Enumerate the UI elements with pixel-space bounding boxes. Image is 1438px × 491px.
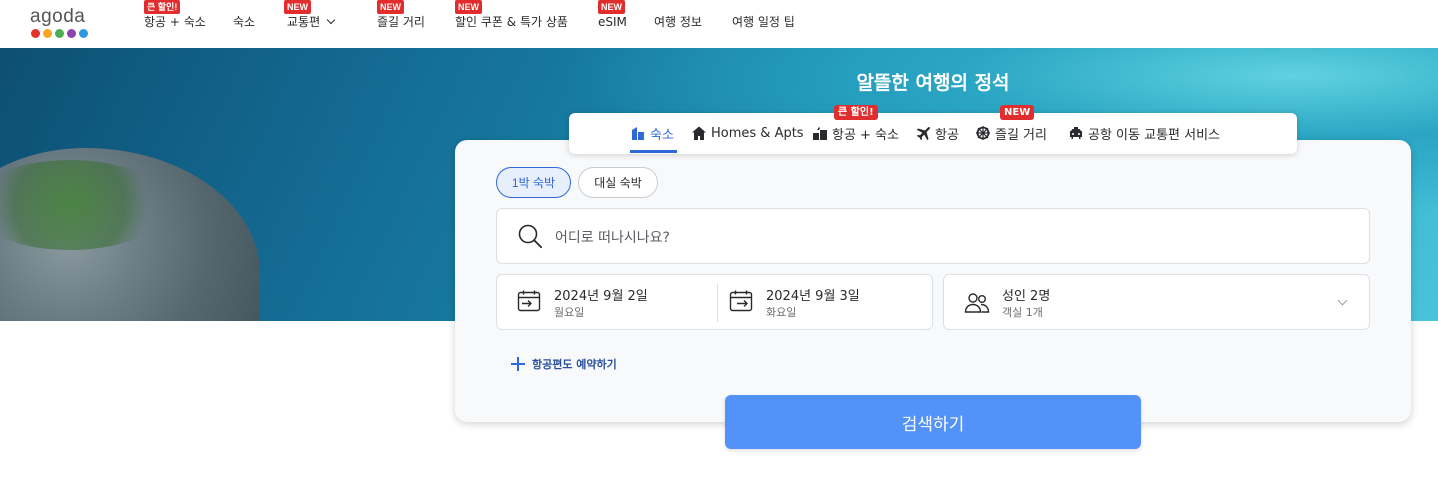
hero-title: 알뜰한 여행의 정석 <box>856 72 1010 94</box>
chevron-down-icon <box>1337 295 1348 306</box>
nav-badge-flight-hotel: 큰 할인! <box>144 0 181 14</box>
tab-homes-apts-label: Homes & Apts <box>711 125 804 141</box>
logo-dots <box>31 29 88 38</box>
nav-badge-transport: NEW <box>284 0 311 14</box>
nav-item-travel-info[interactable]: 여행 정보 <box>654 14 702 30</box>
plus-icon <box>511 357 525 371</box>
tab-flight-hotel[interactable]: 항공 + 숙소 <box>812 123 899 143</box>
people-icon <box>964 293 990 313</box>
nav-item-esim[interactable]: eSIM <box>598 14 627 30</box>
logo-dot-red <box>31 29 40 38</box>
add-flight-label: 항공편도 예약하기 <box>532 358 617 371</box>
top-header: agoda 큰 할인! 항공 + 숙소 숙소 NEW 교통편 NEW 즐길 거리… <box>0 0 1438 48</box>
nav-badge-activities: NEW <box>377 0 404 14</box>
search-button[interactable]: 검색하기 <box>725 395 1141 449</box>
search-icon <box>518 224 543 249</box>
search-placeholder: 어디로 떠나시나요? <box>555 230 670 246</box>
tab-activities-label: 즐길 거리 <box>995 127 1047 143</box>
nav-item-transport-label: 교통편 <box>287 15 321 29</box>
product-tabs: 숙소 Homes & Apts 큰 할인! 항공 + 숙소 항공 NEW 즐길 … <box>569 105 1297 154</box>
flight-hotel-icon <box>813 127 827 140</box>
tab-stays[interactable]: 숙소 <box>630 123 674 143</box>
chevron-down-icon <box>326 15 336 25</box>
activity-icon <box>976 126 990 140</box>
nav-item-stays[interactable]: 숙소 <box>233 14 255 30</box>
nav-item-itinerary-tips[interactable]: 여행 일정 팁 <box>732 14 795 30</box>
checkout-date-value: 2024년 9월 3일 <box>766 289 860 304</box>
nav-item-flight-hotel[interactable]: 항공 + 숙소 <box>144 14 206 30</box>
date-divider <box>717 284 718 322</box>
add-flight-link[interactable]: 항공편도 예약하기 <box>511 356 617 372</box>
logo-dot-purple <box>67 29 76 38</box>
tab-homes-apts[interactable]: Homes & Apts <box>691 123 804 143</box>
tab-activities[interactable]: 즐길 거리 <box>975 123 1047 143</box>
tab-badge-activities: NEW <box>1000 105 1035 120</box>
active-tab-indicator <box>630 150 677 153</box>
logo-dot-green <box>55 29 64 38</box>
logo-dot-orange <box>43 29 52 38</box>
nav-badge-esim: NEW <box>598 0 625 14</box>
logo-dot-blue <box>79 29 88 38</box>
guest-summary: 성인 2명 <box>1002 289 1051 304</box>
calendar-checkin-icon <box>517 290 541 312</box>
tab-stays-label: 숙소 <box>650 127 674 143</box>
room-count: 객실 1개 <box>1002 306 1043 319</box>
calendar-checkout-icon <box>729 290 753 312</box>
home-icon <box>692 126 706 140</box>
airplane-icon <box>916 127 930 141</box>
agoda-logo[interactable]: agoda <box>30 7 94 41</box>
checkin-weekday: 월요일 <box>554 306 585 319</box>
tab-flights-label: 항공 <box>935 127 959 143</box>
nav-item-deals[interactable]: 할인 쿠폰 & 특가 상품 <box>455 14 568 30</box>
checkout-weekday: 화요일 <box>766 306 797 319</box>
nav-item-activities[interactable]: 즐길 거리 <box>377 14 425 30</box>
nav-badge-deals: NEW <box>455 0 482 14</box>
nav-item-transport[interactable]: 교통편 <box>287 14 336 30</box>
stay-type-dayuse[interactable]: 대실 숙박 <box>578 167 658 198</box>
hotel-icon <box>632 127 644 140</box>
car-icon <box>1070 127 1082 139</box>
destination-search-input[interactable]: 어디로 떠나시나요? <box>496 208 1370 264</box>
tab-flights[interactable]: 항공 <box>915 123 959 143</box>
guest-room-selector[interactable]: 성인 2명 객실 1개 <box>943 274 1370 330</box>
tab-badge-flight-hotel: 큰 할인! <box>834 105 878 120</box>
checkin-date-value: 2024년 9월 2일 <box>554 289 648 304</box>
tab-flight-hotel-label: 항공 + 숙소 <box>832 127 899 143</box>
date-range-picker[interactable]: 2024년 9월 2일 월요일 2024년 9월 3일 화요일 <box>496 274 933 330</box>
logo-text: agoda <box>30 6 86 27</box>
tab-airport-transfer-label: 공항 이동 교통편 서비스 <box>1088 127 1220 143</box>
tab-airport-transfer[interactable]: 공항 이동 교통편 서비스 <box>1068 123 1220 143</box>
stay-type-overnight[interactable]: 1박 숙박 <box>496 167 571 198</box>
